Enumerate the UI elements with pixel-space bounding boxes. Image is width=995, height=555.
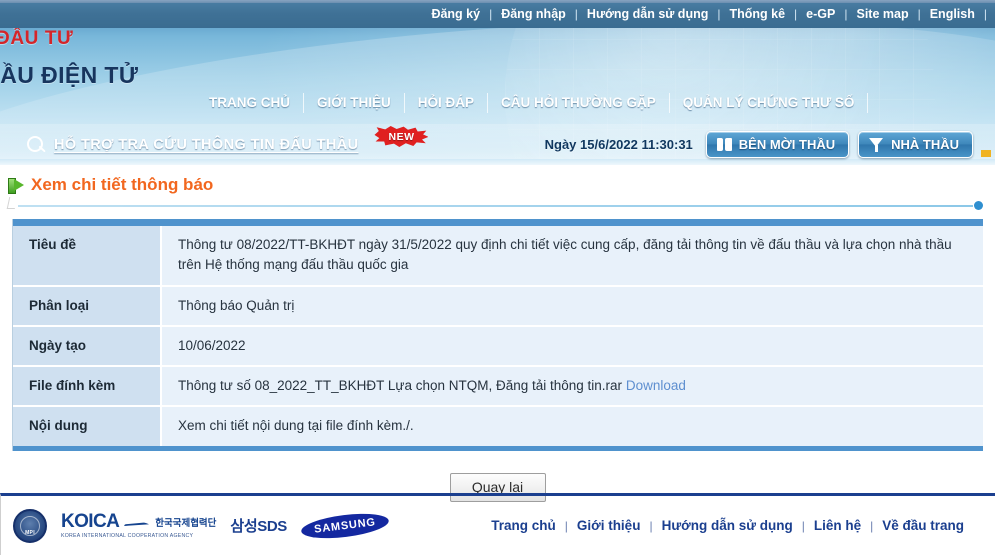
title-divider-dot — [974, 201, 983, 210]
current-datetime: Ngày 15/6/2022 11:30:31 — [544, 137, 693, 152]
footer-link-lien-he[interactable]: Liên hệ — [805, 518, 870, 533]
page-title-row: Xem chi tiết thông báo — [8, 175, 995, 195]
logo-line-system: ẤU THẦU ĐIỆN TỬ — [0, 62, 139, 88]
ben-moi-thau-label: BÊN MỜI THẦU — [738, 137, 836, 152]
koica-logo-top: KOICA 한국국제협력단 — [61, 512, 216, 531]
nav-item-hoi-dap[interactable]: HỎI ĐÁP — [405, 93, 489, 113]
table-row: Nội dung Xem chi tiết nội dung tại file … — [13, 406, 983, 448]
site-header: Đăng ký | Đăng nhập | Hướng dẫn sử dụng … — [0, 0, 995, 165]
koica-subtitle: KOREA INTERNATIONAL COOPERATION AGENCY — [61, 533, 194, 539]
notice-detail-panel: Tiêu đề Thông tư 08/2022/TT-BKHĐT ngày 3… — [12, 219, 983, 451]
samsung-sds-logo: 삼성SDS — [230, 518, 287, 535]
footer-link-huong-dan-su-dung[interactable]: Hướng dẫn sử dụng — [653, 518, 802, 533]
table-row: Phân loại Thông báo Quản trị — [13, 285, 983, 327]
support-link-label[interactable]: HỖ TRỢ TRA CỨU THÔNG TIN ĐẤU THẦU — [54, 137, 358, 153]
top-nav-site-map[interactable]: Site map — [847, 0, 917, 28]
koica-korean-name: 한국국제협력단 — [155, 518, 217, 529]
nha-thau-label: NHÀ THẦU — [891, 137, 959, 152]
page-root: Đăng ký | Đăng nhập | Hướng dẫn sử dụng … — [0, 0, 995, 555]
search-icon — [26, 135, 46, 155]
nav-item-trang-chu[interactable]: TRANG CHỦ — [196, 93, 304, 113]
row-label-tieu-de: Tiêu đề — [13, 222, 161, 287]
mpi-seal-logo: MPI — [13, 508, 47, 543]
nav-item-cau-hoi-thuong-gap[interactable]: CÂU HỎI THƯỜNG GẶP — [488, 93, 670, 113]
support-bar: HỖ TRỢ TRA CỨU THÔNG TIN ĐẤU THẦU NEW Ng… — [0, 124, 995, 165]
logo-line-ministry: CH VÀ ĐẦU TƯ — [0, 28, 74, 49]
top-utility-nav: Đăng ký | Đăng nhập | Hướng dẫn sử dụng … — [0, 0, 995, 28]
main-nav: TRANG CHỦ GIỚI THIỆU HỎI ĐÁP CÂU HỎI THƯ… — [0, 88, 995, 118]
table-row: Tiêu đề Thông tư 08/2022/TT-BKHĐT ngày 3… — [13, 222, 983, 287]
koica-swish-icon — [124, 518, 150, 528]
samsung-logo: SAMSUNG — [299, 509, 390, 542]
download-link[interactable]: Download — [626, 378, 686, 393]
book-icon — [716, 138, 732, 151]
row-value-phan-loai: Thông báo Quản trị — [160, 285, 983, 327]
yellow-accent-tab — [981, 150, 991, 157]
support-link-group[interactable]: HỖ TRỢ TRA CỨU THÔNG TIN ĐẤU THẦU NEW — [26, 126, 429, 155]
row-label-ngay-tao: Ngày tạo — [13, 325, 161, 368]
nha-thau-button[interactable]: NHÀ THẦU — [858, 131, 973, 158]
new-badge: NEW — [374, 126, 429, 147]
nav-item-gioi-thieu[interactable]: GIỚI THIỆU — [304, 93, 405, 113]
green-arrow-icon — [8, 177, 25, 194]
footer-link-trang-chu[interactable]: Trang chủ — [482, 518, 565, 533]
footer-link-gioi-thieu[interactable]: Giới thiệu — [568, 518, 650, 533]
table-row: File đính kèm Thông tư số 08_2022_TT_BKH… — [13, 366, 983, 408]
site-logo[interactable]: CH VÀ ĐẦU TƯ ẤU THẦU ĐIỆN TỬ — [0, 28, 138, 89]
top-nav-huong-dan-su-dung[interactable]: Hướng dẫn sử dụng — [578, 0, 717, 28]
topbar-strip — [0, 0, 995, 3]
ben-moi-thau-button[interactable]: BÊN MỜI THẦU — [705, 131, 850, 158]
title-divider-line — [18, 205, 973, 207]
table-row: Ngày tạo 10/06/2022 — [13, 325, 983, 368]
mpi-seal-label: MPI — [25, 529, 35, 536]
support-actions: Ngày 15/6/2022 11:30:31 BÊN MỜI THẦU NHÀ… — [545, 131, 973, 158]
attachment-filename: Thông tư số 08_2022_TT_BKHĐT Lựa chọn NT… — [178, 378, 623, 393]
nav-item-quan-ly-chung-thu-so[interactable]: QUẢN LÝ CHỨNG THƯ SỐ — [670, 93, 869, 113]
top-nav-dang-ky[interactable]: Đăng ký — [422, 0, 489, 28]
koica-logo: KOICA 한국국제협력단 KOREA INTERNATIONAL COOPER… — [61, 512, 216, 539]
top-nav-separator: | — [983, 7, 987, 21]
row-value-ngay-tao: 10/06/2022 — [160, 325, 983, 368]
row-value-file-dinh-kem: Thông tư số 08_2022_TT_BKHĐT Lựa chọn NT… — [160, 366, 983, 408]
row-value-noi-dung: Xem chi tiết nội dung tại file đính kèm.… — [160, 406, 983, 448]
top-nav-english[interactable]: English — [921, 0, 984, 28]
site-footer: MPI KOICA 한국국제협력단 KOREA INTERNATIONAL CO… — [0, 493, 995, 555]
top-nav-egp[interactable]: e-GP — [797, 0, 844, 28]
notice-detail-table: Tiêu đề Thông tư 08/2022/TT-BKHĐT ngày 3… — [13, 219, 983, 451]
row-label-file-dinh-kem: File đính kèm — [13, 366, 161, 408]
title-divider-tick — [6, 197, 18, 209]
footer-link-group: Trang chủ | Giới thiệu | Hướng dẫn sử dụ… — [482, 518, 973, 533]
title-divider — [6, 197, 987, 211]
row-label-phan-loai: Phân loại — [13, 285, 161, 327]
top-nav-dang-nhap[interactable]: Đăng nhập — [492, 0, 575, 28]
row-label-noi-dung: Nội dung — [13, 406, 161, 448]
page-title: Xem chi tiết thông báo — [31, 175, 214, 194]
koica-wordmark: KOICA — [61, 511, 120, 532]
footer-logo-group: MPI KOICA 한국국제협력단 KOREA INTERNATIONAL CO… — [13, 508, 390, 543]
row-value-tieu-de: Thông tư 08/2022/TT-BKHĐT ngày 31/5/2022… — [160, 222, 983, 287]
funnel-icon — [869, 137, 884, 152]
footer-link-ve-dau-trang[interactable]: Về đầu trang — [873, 518, 973, 533]
top-nav-thong-ke[interactable]: Thống kê — [720, 0, 794, 28]
